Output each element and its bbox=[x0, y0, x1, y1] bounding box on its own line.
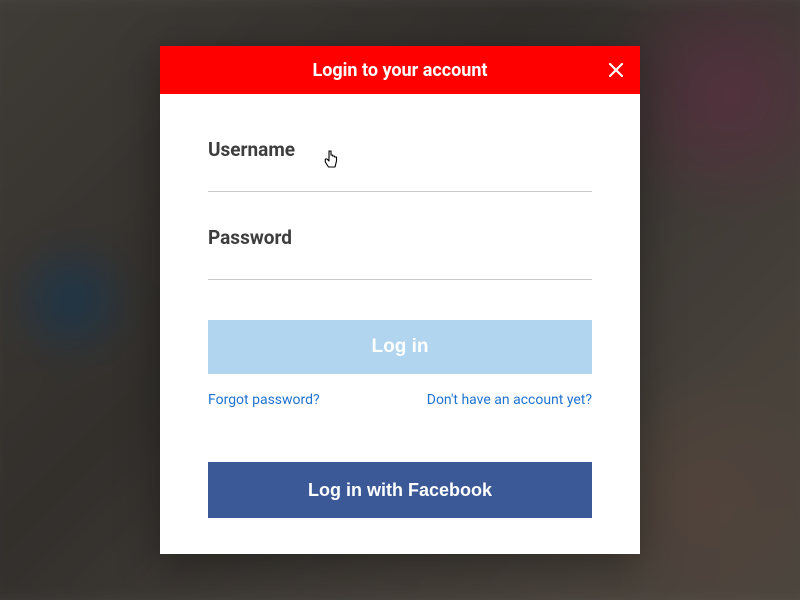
username-input[interactable] bbox=[208, 163, 592, 192]
password-label: Password bbox=[208, 226, 592, 249]
close-icon bbox=[608, 62, 624, 78]
password-field-group: Password bbox=[208, 226, 592, 280]
close-button[interactable] bbox=[602, 56, 630, 84]
modal-title: Login to your account bbox=[312, 60, 487, 81]
links-row: Forgot password? Don't have an account y… bbox=[208, 392, 592, 408]
signup-link[interactable]: Don't have an account yet? bbox=[427, 392, 592, 408]
forgot-password-link[interactable]: Forgot password? bbox=[208, 392, 320, 408]
username-field-group: Username bbox=[208, 138, 592, 192]
facebook-login-button[interactable]: Log in with Facebook bbox=[208, 462, 592, 518]
login-button[interactable]: Log in bbox=[208, 320, 592, 374]
modal-header: Login to your account bbox=[160, 46, 640, 94]
username-label: Username bbox=[208, 138, 592, 161]
login-modal: Login to your account Username Password … bbox=[160, 46, 640, 554]
password-input[interactable] bbox=[208, 251, 592, 280]
modal-body: Username Password Log in Forgot password… bbox=[160, 94, 640, 554]
